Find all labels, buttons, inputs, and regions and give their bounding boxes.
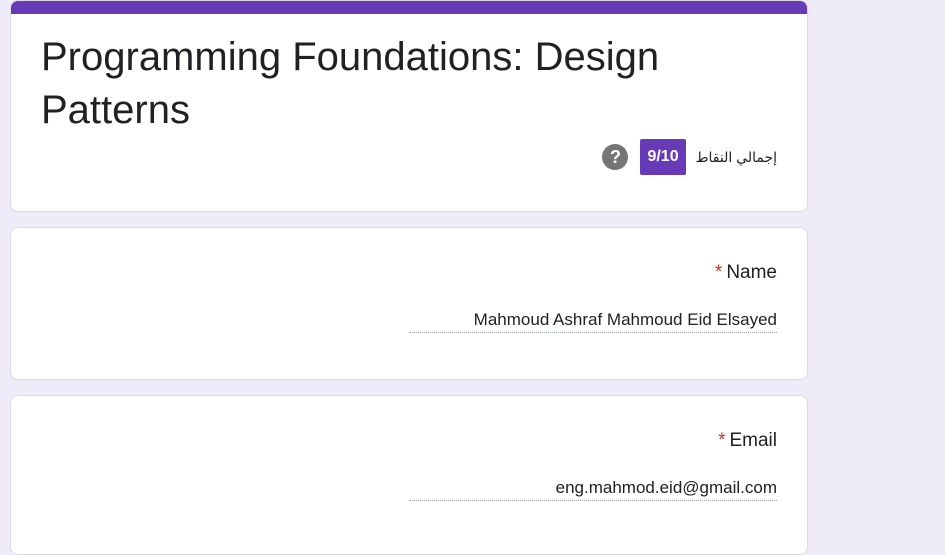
question-card-email: * Email eng.mahmod.eid@gmail.com [10, 395, 808, 555]
form-title: Programming Foundations: Design Patterns [41, 35, 660, 132]
name-answer-field[interactable]: Mahmoud Ashraf Mahmoud Eid Elsayed [409, 310, 777, 333]
question-title: Email [729, 430, 777, 451]
question-title: Name [726, 262, 777, 283]
required-asterisk: * [714, 262, 723, 283]
question-card-name: * Name Mahmoud Ashraf Mahmoud Eid Elsayed [10, 227, 808, 380]
score-badge: 9/10 [640, 139, 686, 175]
form-header-card: Programming Foundations: Design Patterns… [10, 0, 808, 212]
help-icon[interactable]: ? [602, 144, 629, 170]
question-label: * Email [718, 430, 777, 452]
email-answer-field[interactable]: eng.mahmod.eid@gmail.com [409, 478, 777, 501]
question-label: * Name [715, 262, 777, 284]
accent-bar [11, 1, 807, 14]
total-score-label: إجمالي النقاط [695, 148, 777, 165]
total-score-row: إجمالي النقاط 9/10 ? [602, 139, 777, 175]
required-asterisk: * [718, 430, 726, 451]
